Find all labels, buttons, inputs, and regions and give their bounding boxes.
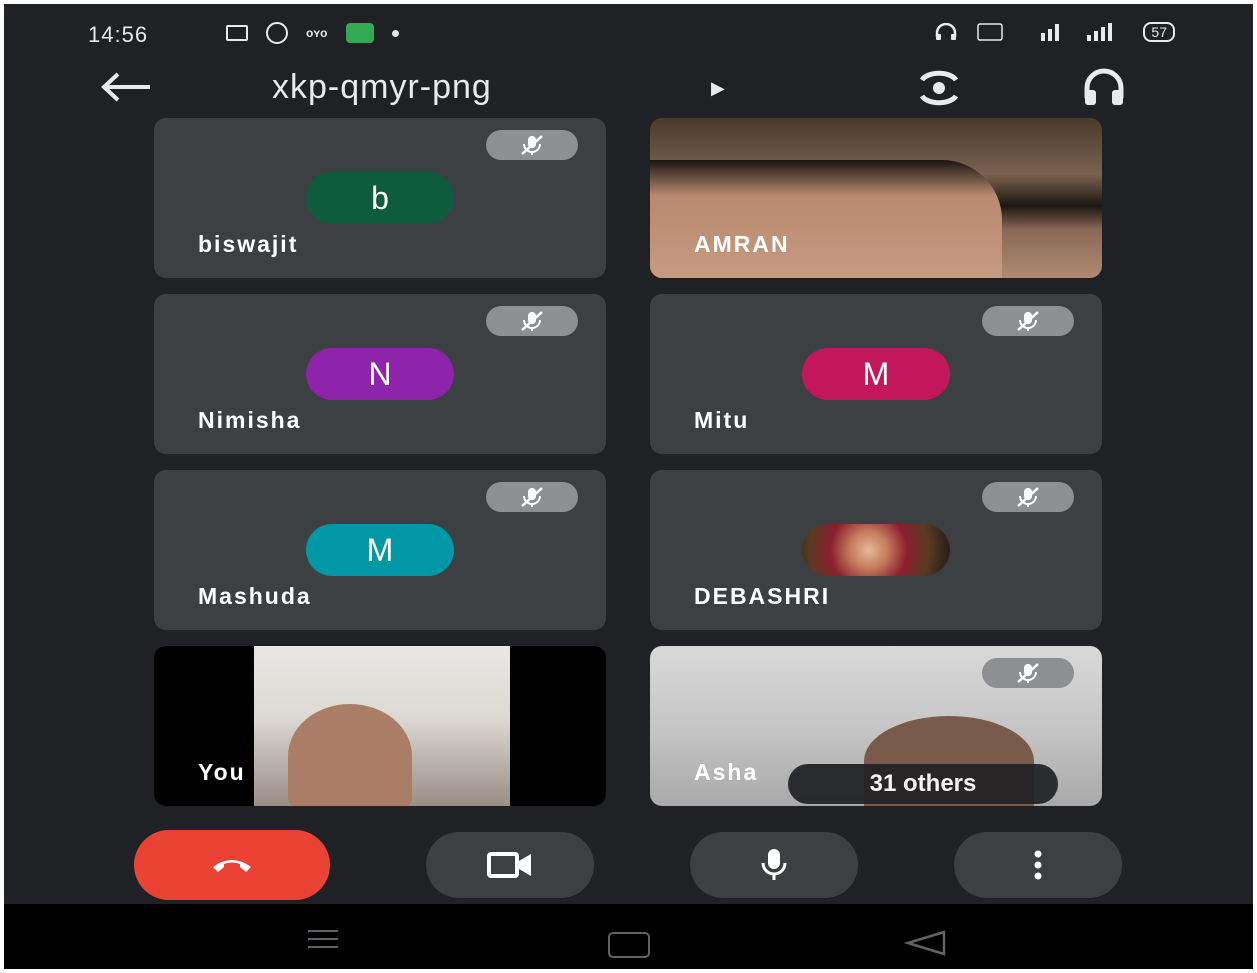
avatar-photo: [802, 524, 950, 576]
muted-badge: [982, 658, 1074, 688]
headphones-icon: [1084, 68, 1124, 105]
home-icon[interactable]: [608, 932, 650, 958]
system-icons: 57: [935, 22, 1175, 42]
system-navigation-bar: [4, 904, 1253, 969]
menu-icon[interactable]: [308, 930, 338, 954]
switch-camera-button[interactable]: [916, 68, 962, 108]
participant-name: Mitu: [694, 407, 750, 433]
participant-name: DEBASHRI: [694, 583, 831, 609]
call-controls: [4, 830, 1253, 902]
muted-badge: [486, 306, 578, 336]
muted-badge: [486, 482, 578, 512]
self-video-tile[interactable]: You: [154, 646, 606, 806]
mic-off-icon: [1017, 663, 1039, 683]
battery-level: 57: [1143, 22, 1175, 42]
participant-video-tile[interactable]: AMRAN: [650, 118, 1102, 278]
participant-tile[interactable]: M Mashuda: [154, 470, 606, 630]
video-camera-icon: [226, 25, 248, 41]
mic-off-icon: [1017, 311, 1039, 331]
microphone-icon: [761, 849, 787, 880]
participant-tile[interactable]: M Mitu: [650, 294, 1102, 454]
status-time: 14:56: [88, 22, 149, 47]
muted-badge: [982, 482, 1074, 512]
oyo-icon: ᴏʏᴏ: [306, 26, 328, 40]
play-arrow-icon[interactable]: ▶: [711, 78, 725, 99]
participant-name: You: [198, 759, 246, 785]
call-icon: [345, 23, 374, 43]
avatar: b: [306, 172, 454, 224]
more-options-button[interactable]: [954, 832, 1122, 898]
participant-name: Asha: [694, 759, 759, 785]
phone-screen: 14:56 ᴏʏᴏ 57 xkp-qmyr-png ▶ b biswajit A…: [4, 4, 1253, 969]
status-bar: 14:56 ᴏʏᴏ 57: [4, 4, 1253, 64]
dot-icon: [391, 29, 399, 37]
notification-icons: ᴏʏᴏ: [226, 22, 399, 44]
mic-off-icon: [1017, 487, 1039, 507]
participant-video: [288, 704, 412, 806]
meeting-title[interactable]: xkp-qmyr-png: [272, 68, 492, 107]
mic-off-icon: [521, 487, 543, 507]
end-call-icon: [213, 860, 251, 872]
others-count-chip[interactable]: 31 others: [788, 764, 1058, 804]
back-button[interactable]: [100, 70, 152, 112]
participant-tile[interactable]: DEBASHRI: [650, 470, 1102, 630]
participant-name: AMRAN: [694, 231, 790, 257]
participant-video: [650, 160, 1002, 278]
muted-badge: [982, 306, 1074, 336]
participant-name: Mashuda: [198, 583, 312, 609]
meeting-header: xkp-qmyr-png ▶: [4, 64, 1253, 116]
self-video: [254, 646, 510, 806]
avatar: M: [802, 348, 950, 400]
camera-toggle-button[interactable]: [426, 832, 594, 898]
participant-tile[interactable]: N Nimisha: [154, 294, 606, 454]
back-triangle-icon[interactable]: [904, 930, 948, 956]
participant-name: biswajit: [198, 231, 299, 257]
switch-camera-icon: [919, 70, 959, 106]
mic-off-icon: [521, 135, 543, 155]
signal-icon: [1087, 23, 1113, 41]
microphone-toggle-button[interactable]: [690, 832, 858, 898]
avatar: M: [306, 524, 454, 576]
end-call-button[interactable]: [134, 830, 330, 900]
video-camera-icon: [487, 852, 531, 878]
avatar: N: [306, 348, 454, 400]
mic-off-icon: [521, 311, 543, 331]
whatsapp-icon: [266, 22, 288, 44]
participant-name: Nimisha: [198, 407, 302, 433]
volte-icon: [977, 23, 1004, 41]
muted-badge: [486, 130, 578, 160]
more-vertical-icon: [1034, 850, 1042, 880]
headphones-icon: [936, 23, 957, 40]
audio-output-button[interactable]: [1082, 68, 1126, 108]
signal-4g-icon: [1041, 24, 1060, 41]
arrow-left-icon: [101, 72, 150, 102]
participant-tile[interactable]: b biswajit: [154, 118, 606, 278]
